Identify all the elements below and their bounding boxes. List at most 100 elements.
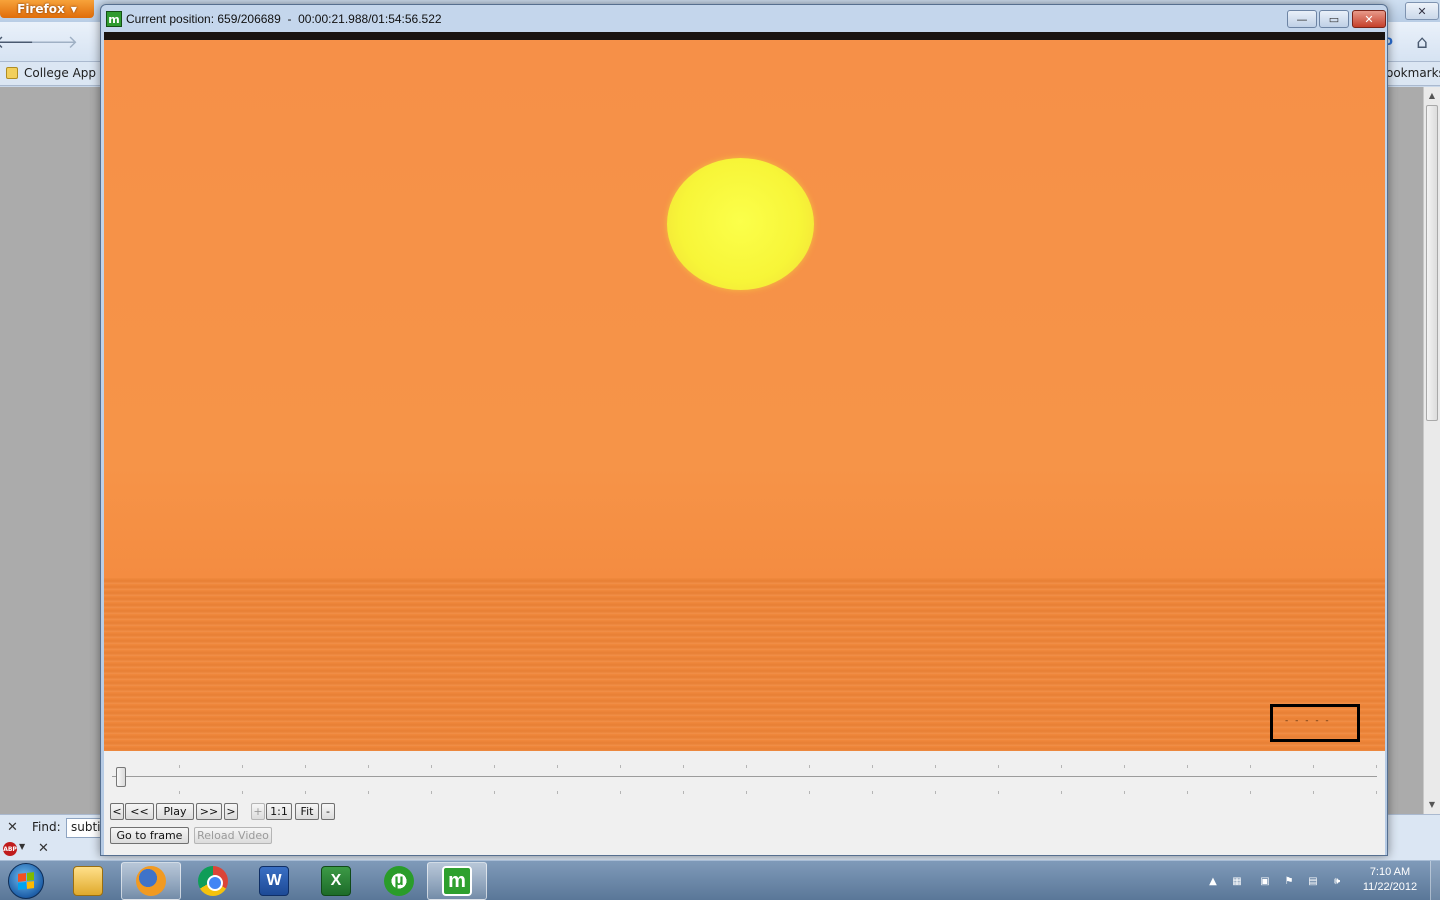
network-icon[interactable]: ▤ <box>1306 874 1320 888</box>
seek-tick <box>368 765 369 768</box>
subtitle-highlight-box: - - - - - <box>1270 704 1360 742</box>
taskbar-item-excel[interactable]: X <box>306 862 366 900</box>
forward-arrow-icon[interactable]: 🡒 <box>30 30 78 54</box>
seek-tick <box>998 791 999 794</box>
sea-image <box>104 578 1385 751</box>
taskbar-item-word[interactable]: W <box>244 862 304 900</box>
bookmark-college-app[interactable]: College App <box>24 66 96 80</box>
close-icon[interactable]: ✕ <box>38 841 49 856</box>
chevron-down-icon[interactable]: ▼ <box>19 842 25 851</box>
video-frame[interactable]: - - - - - <box>104 32 1385 751</box>
seek-tick <box>305 791 306 794</box>
seek-tick <box>809 765 810 768</box>
seek-tick <box>1376 765 1377 768</box>
addon-bar-right <box>1384 844 1440 860</box>
scroll-up-icon[interactable]: ▲ <box>1424 87 1440 103</box>
seek-tick <box>431 791 432 794</box>
seek-tick <box>494 765 495 768</box>
seek-tick <box>872 765 873 768</box>
firefox-icon <box>136 866 166 896</box>
sun-image <box>667 158 814 290</box>
seek-tick <box>368 791 369 794</box>
close-button[interactable]: ✕ <box>1352 10 1386 28</box>
adblock-icon[interactable]: ABP <box>3 842 17 856</box>
seek-tick <box>935 765 936 768</box>
bluetooth-icon[interactable]: ▣ <box>1258 874 1272 888</box>
seek-tick <box>809 791 810 794</box>
seek-tick <box>1313 791 1314 794</box>
seek-tick <box>1124 791 1125 794</box>
close-icon[interactable]: ✕ <box>7 820 18 835</box>
show-desktop-button[interactable] <box>1430 861 1440 900</box>
chrome-icon <box>198 866 228 896</box>
seek-tick <box>242 791 243 794</box>
find-label: Find: <box>32 820 61 834</box>
seek-tick <box>1250 765 1251 768</box>
taskbar-item-utorrent[interactable]: µ <box>369 862 429 900</box>
utorrent-icon: µ <box>384 866 414 896</box>
folder-icon <box>6 67 18 79</box>
clock-time: 7:10 AM <box>1369 866 1411 878</box>
seek-tick <box>1376 791 1377 794</box>
seek-tick <box>1187 791 1188 794</box>
firefox-menu-button[interactable]: Firefox ▼ <box>0 0 94 18</box>
firefox-menu-label: Firefox <box>17 2 65 16</box>
start-button[interactable] <box>8 863 44 899</box>
zoom-out-button[interactable]: - <box>321 803 335 820</box>
taskbar-item-media-player[interactable]: m <box>427 862 487 900</box>
previous-frame-button[interactable]: < <box>110 803 124 820</box>
zoom-in-button[interactable]: + <box>251 803 265 820</box>
video-letterbox-bar <box>104 32 1385 40</box>
fast-forward-button[interactable]: >> <box>196 803 222 820</box>
seek-tick <box>1124 765 1125 768</box>
chevron-down-icon: ▼ <box>70 4 77 14</box>
firefox-close-button[interactable]: ✕ <box>1405 2 1439 20</box>
player-window-title: Current position: 659/206689 - 00:00:21.… <box>126 12 442 26</box>
fit-button[interactable]: Fit <box>295 803 319 820</box>
taskbar-item-explorer[interactable] <box>58 862 118 900</box>
seek-tick <box>620 791 621 794</box>
page-scrollbar[interactable]: ▲ ▼ <box>1423 87 1440 814</box>
home-icon[interactable]: ⌂ <box>1410 30 1434 54</box>
taskbar-item-chrome[interactable] <box>183 862 243 900</box>
maximize-button[interactable]: ▭ <box>1319 10 1349 28</box>
seek-tick <box>683 791 684 794</box>
seek-slider-track[interactable] <box>112 776 1377 777</box>
scrollbar-thumb[interactable] <box>1426 105 1438 421</box>
seek-tick <box>998 765 999 768</box>
media-player-window: m Current position: 659/206689 - 00:00:2… <box>100 4 1388 856</box>
action-center-flag-icon[interactable]: ⚑ <box>1282 874 1296 888</box>
clock-date: 11/22/2012 <box>1362 881 1418 893</box>
seek-slider-thumb[interactable] <box>116 767 126 787</box>
back-arrow-icon[interactable]: 🡐 <box>0 30 42 54</box>
taskbar: W X µ m ▲ ▦ ▣ ⚑ ▤ 🕪 7:10 AM 11/22/2012 <box>0 860 1440 900</box>
seek-tick <box>1061 765 1062 768</box>
volume-icon[interactable]: 🕪 <box>1330 874 1344 888</box>
play-button[interactable]: Play <box>156 803 194 820</box>
rewind-button[interactable]: << <box>125 803 154 820</box>
seek-tick <box>557 791 558 794</box>
folder-icon <box>73 866 103 896</box>
show-hidden-icons-icon[interactable]: ▲ <box>1206 874 1220 888</box>
seek-tick <box>305 765 306 768</box>
scroll-down-icon[interactable]: ▼ <box>1424 796 1440 812</box>
go-to-frame-button[interactable]: Go to frame <box>110 827 189 844</box>
clock[interactable]: 7:10 AM 11/22/2012 <box>1350 865 1430 895</box>
seek-tick <box>746 791 747 794</box>
windows-logo-icon <box>18 872 34 890</box>
actual-size-button[interactable]: 1:1 <box>266 803 292 820</box>
taskbar-item-firefox[interactable] <box>121 862 181 900</box>
minimize-button[interactable]: — <box>1287 10 1317 28</box>
next-frame-button[interactable]: > <box>224 803 238 820</box>
excel-icon: X <box>321 866 351 896</box>
word-icon: W <box>259 866 289 896</box>
seek-tick <box>494 791 495 794</box>
media-player-icon: m <box>442 866 472 896</box>
reload-video-button[interactable]: Reload Video <box>194 827 272 844</box>
seek-tick <box>1250 791 1251 794</box>
seek-tick <box>683 765 684 768</box>
network-app-icon[interactable]: ▦ <box>1230 874 1244 888</box>
seek-tick <box>179 765 180 768</box>
bookmarks-menu[interactable]: ookmarks <box>1386 66 1440 80</box>
system-tray: ▲ ▦ ▣ ⚑ ▤ 🕪 7:10 AM 11/22/2012 <box>1200 861 1440 900</box>
